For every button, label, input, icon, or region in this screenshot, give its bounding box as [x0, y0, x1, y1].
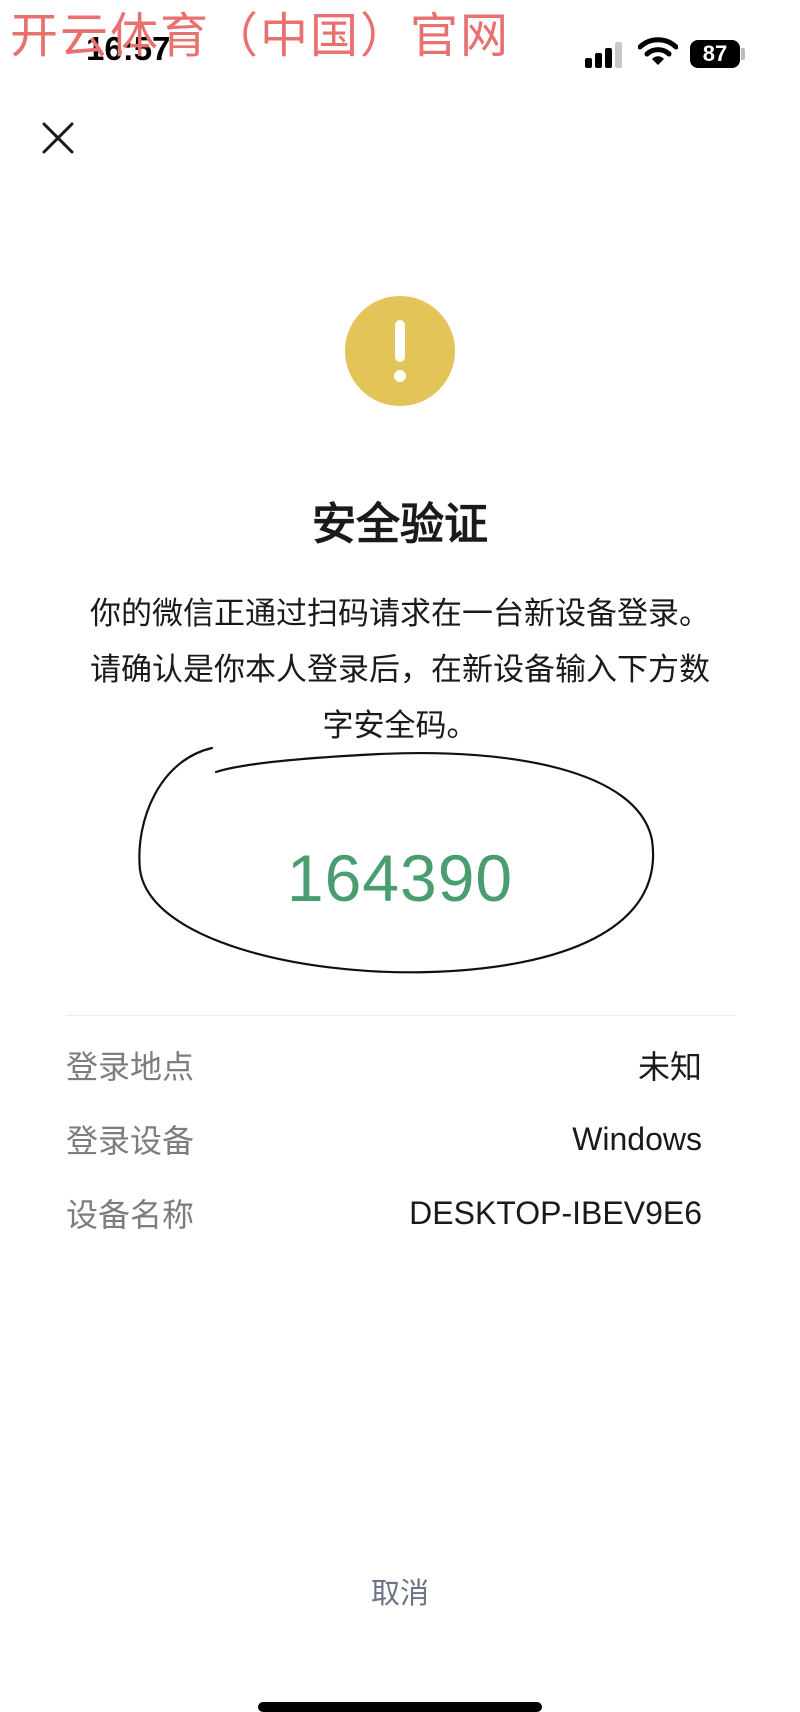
info-row-device: 登录设备 Windows	[66, 1114, 702, 1164]
security-code: 164390	[286, 841, 514, 915]
battery-level: 87	[702, 41, 728, 66]
home-indicator	[258, 1702, 542, 1712]
info-label: 登录地点	[66, 1048, 195, 1086]
description-text: 你的微信正通过扫码请求在一台新设备登录。请确认是你本人登录后，在新设备输入下方数…	[90, 596, 710, 744]
exclamation-icon	[345, 296, 455, 406]
battery-icon: 87	[690, 40, 740, 68]
battery-tip	[741, 48, 745, 60]
cancel-button[interactable]: 取消	[0, 1570, 800, 1612]
page-title: 安全验证	[312, 499, 488, 550]
info-value: Windows	[572, 1120, 702, 1157]
divider	[66, 1015, 736, 1016]
info-value: 未知	[637, 1049, 702, 1085]
info-label: 登录设备	[66, 1122, 195, 1160]
info-label: 设备名称	[66, 1196, 195, 1234]
info-value: DESKTOP-IBEV9E6	[409, 1194, 702, 1231]
wifi-icon	[638, 37, 678, 65]
signal-icon	[585, 42, 627, 68]
info-row-location: 登录地点 未知	[66, 1040, 702, 1090]
watermark-text: 开云体育（中国）官网	[10, 8, 511, 64]
info-row-device-name: 设备名称 DESKTOP-IBEV9E6	[66, 1188, 702, 1238]
close-icon[interactable]	[40, 120, 76, 156]
